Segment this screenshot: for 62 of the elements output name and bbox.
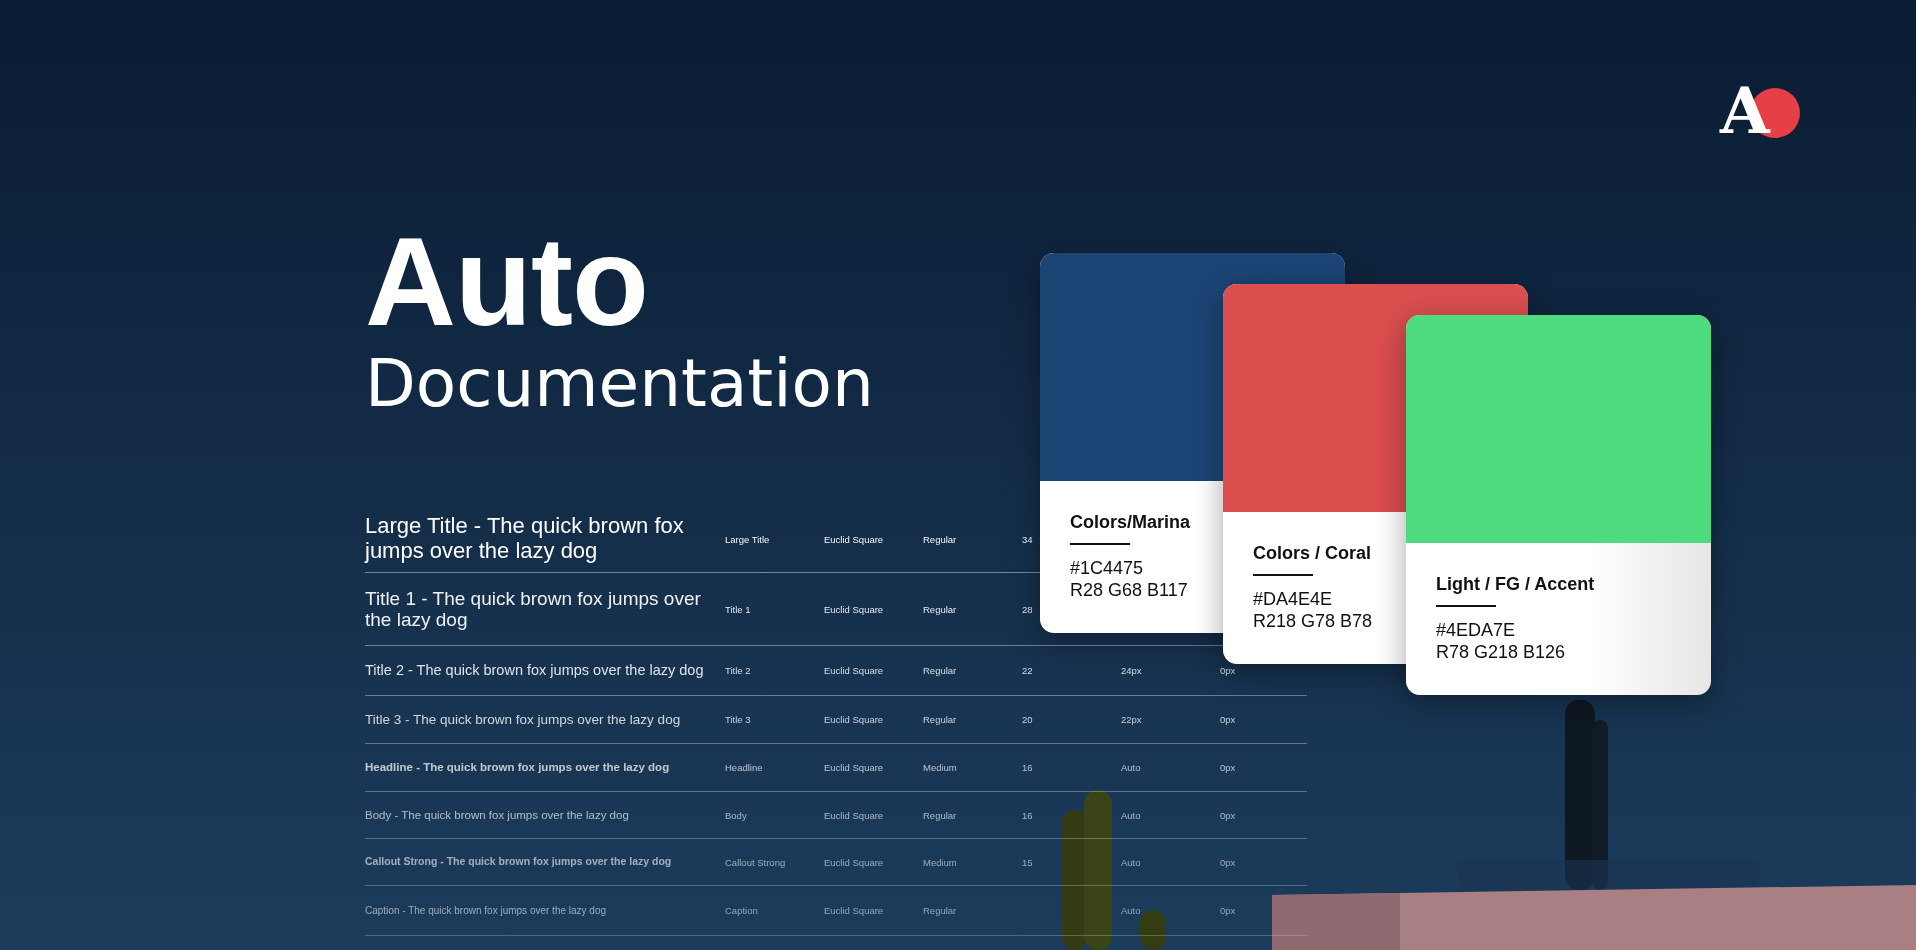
table-cell: Euclid Square (824, 603, 884, 615)
table-cell: 22 (1022, 665, 1033, 676)
table-cell: 0px (1220, 762, 1236, 773)
table-cell: Auto (1121, 809, 1141, 821)
table-cell: 0px (1220, 905, 1236, 916)
table-cell: Medium (923, 762, 957, 773)
type-sample: Callout Strong - The quick brown fox jumps over the lazy dog (365, 856, 673, 868)
table-cell: Medium (923, 856, 957, 868)
table-cell: 0px (1220, 665, 1236, 676)
table-cell: 15 (1022, 856, 1033, 868)
table-cell: Regular (923, 665, 957, 676)
page-subtitle: Documentation (365, 344, 874, 424)
type-sample: Caption - The quick brown fox jumps over the lazy dog (365, 904, 608, 917)
table-cell: Euclid Square (824, 856, 884, 868)
table-cell: Title 3 (725, 714, 751, 725)
table-cell: Title 2 (725, 665, 751, 676)
table-cell: Caption (725, 905, 758, 916)
type-sample: Headline - The quick brown fox jumps over the lazy dog (365, 761, 671, 774)
table-cell: Euclid Square (824, 905, 884, 916)
type-sample: Body - The quick brown fox jumps over the lazy dog (365, 808, 630, 822)
table-cell: 0px (1220, 856, 1236, 868)
page-title: Auto (365, 222, 648, 342)
type-sample: Title 2 - The quick brown fox jumps over the lazy dog (365, 662, 705, 679)
rgb-value: R218 G78 B78 (1253, 610, 1373, 632)
table-cell: 24px (1121, 665, 1142, 676)
hex-value: #DA4E4E (1253, 588, 1333, 610)
table-cell: Title 1 (725, 603, 751, 615)
hex-value: #4EDA7E (1436, 619, 1516, 641)
hex-value: #1C4475 (1070, 557, 1144, 579)
table-cell: Large Title (725, 533, 770, 545)
table-cell: Regular (923, 603, 957, 615)
table-cell: Callout Strong (725, 856, 786, 868)
table-cell: 16 (1022, 809, 1033, 821)
table-cell: Euclid Square (824, 762, 884, 773)
table-cell: Regular (923, 905, 957, 916)
rgb-value: R78 G218 B126 (1436, 641, 1566, 663)
table-cell: Regular (923, 714, 957, 725)
table-cell: Auto (1121, 762, 1141, 773)
type-sample: Title 1 - The quick brown fox jumps over the lazy dog (365, 587, 702, 631)
table-cell: Auto (1121, 905, 1141, 916)
table-cell: 0px (1220, 714, 1236, 725)
table-cell: Euclid Square (824, 809, 884, 821)
table-cell: Regular (923, 533, 957, 545)
table-cell: Body (725, 809, 747, 821)
table-cell: Euclid Square (824, 714, 884, 725)
table-cell: Euclid Square (824, 533, 884, 545)
table-cell: Euclid Square (824, 665, 884, 676)
color-name: Colors / Coral (1253, 542, 1372, 564)
table-cell: 34 (1022, 533, 1033, 545)
table-cell: Regular (923, 809, 957, 821)
table-cell: Auto (1121, 856, 1141, 868)
rgb-value: R28 G68 B117 (1070, 579, 1188, 601)
table-cell: Headline (725, 762, 763, 773)
color-name: Colors/Marina (1070, 511, 1191, 533)
table-cell: 16 (1022, 762, 1033, 773)
table-cell: 20 (1022, 714, 1033, 725)
table-cell: 22px (1121, 714, 1142, 725)
type-sample: Large Title - The quick brown fox jumps over the lazy dog (365, 514, 685, 564)
table-cell: 28 (1022, 603, 1033, 615)
color-name: Light / FG / Accent (1436, 573, 1595, 595)
table-cell: 0px (1220, 809, 1236, 821)
type-sample: Title 3 - The quick brown fox jumps over the lazy dog (365, 711, 682, 728)
